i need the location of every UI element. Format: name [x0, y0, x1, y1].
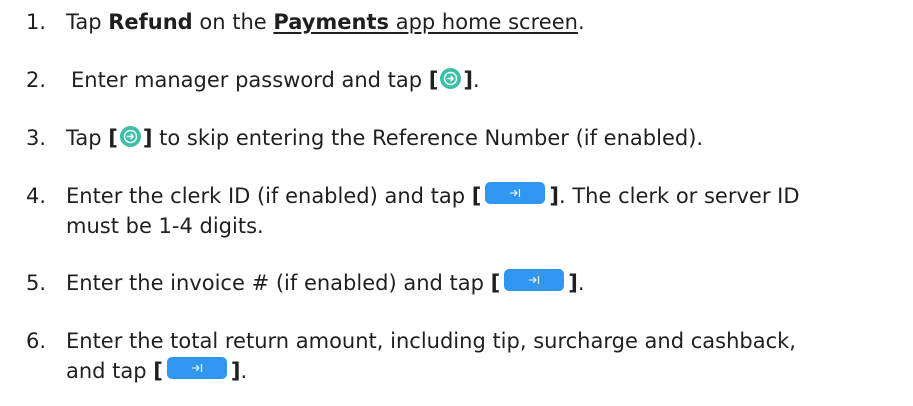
step-text-segment: to skip entering the Reference Number (i… [152, 126, 704, 150]
step-text: Enter the invoice # (if enabled) and tap… [66, 268, 906, 298]
step-number: 4. [26, 184, 47, 208]
step-text-segment: . [473, 68, 480, 92]
step-text: Enter manager password and tap []. [71, 65, 911, 95]
step-text-segment: . [577, 10, 585, 34]
step-text-segment: . [577, 271, 585, 295]
step-text: Enter the clerk ID (if enabled) and tap … [66, 181, 906, 241]
step-text-segment: must be 1-4 digits. [66, 214, 264, 238]
step-text-segment: . [240, 359, 248, 383]
bracket-close: ] [568, 271, 578, 295]
payments-app-link[interactable]: Payments [273, 10, 389, 34]
bracket-open: [ [471, 184, 482, 208]
step-text-segment: Enter the invoice # (if enabled) and tap [66, 271, 491, 295]
step-text-segment: on the [192, 10, 274, 34]
step-text-segment: and tap [66, 359, 154, 383]
arrow-right-circle-icon [119, 126, 141, 147]
bracket-close: ] [230, 359, 241, 383]
step-number: 5. [26, 271, 47, 295]
bracket-open: [ [428, 68, 439, 92]
step-number: 2. [26, 68, 47, 92]
step-number: 6. [26, 329, 47, 353]
home-screen-link[interactable]: app home screen [389, 10, 578, 34]
bracket-close: ] [549, 184, 559, 208]
bracket-open: [ [153, 359, 163, 383]
refund-label: Refund [108, 10, 193, 34]
tab-arrow-button-icon [504, 269, 565, 291]
bracket-open: [ [490, 271, 501, 295]
step-number: 3. [26, 126, 47, 150]
step-text-segment: Tap [66, 126, 109, 150]
bracket-close: ] [463, 68, 473, 92]
step-text: Tap [] to skip entering the Reference Nu… [66, 123, 906, 153]
bracket-open: [ [108, 126, 118, 150]
step-text-segment: Tap [66, 10, 109, 34]
step-text-segment: Enter the clerk ID (if enabled) and tap [66, 184, 472, 208]
step-text-segment: Enter the total return amount, including… [66, 329, 796, 353]
bracket-close: ] [142, 126, 153, 150]
tab-arrow-button-icon [485, 182, 546, 204]
arrow-right-circle-icon [440, 68, 462, 89]
step-text: Tap Refund on the Payments app home scre… [66, 7, 906, 37]
step-text-segment: . The clerk or server ID [558, 184, 800, 208]
tab-arrow-button-icon [166, 357, 227, 379]
step-text: Enter the total return amount, including… [66, 326, 906, 386]
step-text-segment: Enter manager password and tap [71, 68, 429, 92]
step-number: 1. [26, 10, 47, 34]
